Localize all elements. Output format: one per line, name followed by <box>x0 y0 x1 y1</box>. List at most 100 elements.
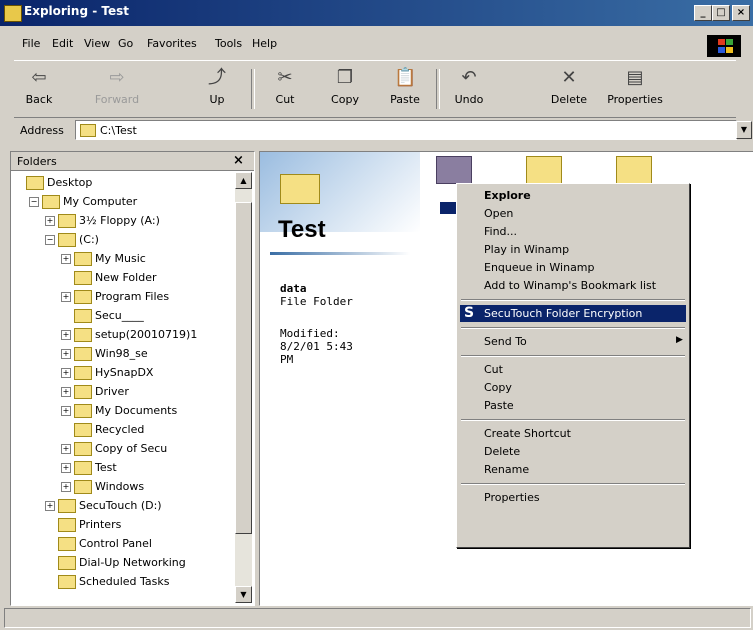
menu-view[interactable]: View <box>84 37 110 50</box>
folder-icon <box>74 347 92 361</box>
cut-button[interactable]: ✂ Cut <box>260 67 310 113</box>
tree-item[interactable]: + Win98_se <box>11 344 233 363</box>
tree-item[interactable]: + My Music <box>11 249 233 268</box>
menu-item-open[interactable]: Open <box>460 205 686 222</box>
menu-item-send-to[interactable]: Send To ▶ <box>460 333 686 350</box>
folder-icon <box>58 556 76 570</box>
undo-button[interactable]: ↶ Undo <box>444 67 494 113</box>
menu-item-label: Create Shortcut <box>484 427 571 440</box>
tree-item[interactable]: Desktop <box>11 173 233 192</box>
expand-plus-icon[interactable]: + <box>61 406 71 416</box>
tree-item[interactable]: Control Panel <box>11 534 233 553</box>
tree-item[interactable]: + My Documents <box>11 401 233 420</box>
menu-separator <box>461 483 685 485</box>
menu-item-properties[interactable]: Properties <box>460 489 686 506</box>
expand-plus-icon[interactable]: + <box>61 330 71 340</box>
menu-item-find[interactable]: Find... <box>460 223 686 240</box>
tree-item[interactable]: Scheduled Tasks <box>11 572 233 591</box>
menu-item-create-shortcut[interactable]: Create Shortcut <box>460 425 686 442</box>
address-dropdown-button[interactable]: ▼ <box>736 121 752 139</box>
explorer-icon <box>4 5 22 22</box>
tree-item[interactable]: + SecuTouch (D:) <box>11 496 233 515</box>
menu-item-add-to-winamp-s-bookmark-list[interactable]: Add to Winamp's Bookmark list <box>460 277 686 294</box>
properties-button[interactable]: ▤ Properties <box>604 67 666 113</box>
tree-item[interactable]: + setup(20010719)1 <box>11 325 233 344</box>
tree-item[interactable]: Recycled <box>11 420 233 439</box>
tree-item[interactable]: New Folder <box>11 268 233 287</box>
menu-item-play-in-winamp[interactable]: Play in Winamp <box>460 241 686 258</box>
large-folder-icon <box>280 174 320 204</box>
up-folder-icon: ⤴ <box>208 67 226 88</box>
menu-tools[interactable]: Tools <box>215 37 242 50</box>
menu-favorites[interactable]: Favorites <box>147 37 197 50</box>
tree-item[interactable]: + Program Files <box>11 287 233 306</box>
expand-plus-icon[interactable]: + <box>61 444 71 454</box>
menu-item-label: Paste <box>484 399 514 412</box>
tree-item[interactable]: − (C:) <box>11 230 233 249</box>
address-input[interactable]: C:\Test <box>75 120 737 140</box>
menu-go[interactable]: Go <box>118 37 133 50</box>
menu-item-explore[interactable]: Explore <box>460 187 686 204</box>
close-button[interactable]: × <box>732 5 750 21</box>
menu-item-delete[interactable]: Delete <box>460 443 686 460</box>
forward-button[interactable]: ⇨ Forward <box>92 67 142 113</box>
title-bar[interactable]: Exploring - Test _ □ × <box>0 0 753 26</box>
collapse-minus-icon[interactable]: − <box>45 235 55 245</box>
expand-plus-icon[interactable]: + <box>61 368 71 378</box>
tree-item[interactable]: + Copy of Secu <box>11 439 233 458</box>
scroll-up-button[interactable]: ▲ <box>235 172 252 189</box>
data-folder-icon[interactable] <box>436 156 472 184</box>
folders-title: Folders <box>17 155 57 168</box>
toolbar: ⇦ Back ⇨ Forward ⤴ Up ✂ Cut ❐ Copy 📋 Pas… <box>14 60 736 118</box>
data-folder-label-selected[interactable] <box>440 202 456 214</box>
menu-item-cut[interactable]: Cut <box>460 361 686 378</box>
expand-plus-icon[interactable]: + <box>61 387 71 397</box>
expand-plus-icon[interactable]: + <box>61 463 71 473</box>
delete-button[interactable]: ✕ Delete <box>544 67 594 113</box>
copy-button[interactable]: ❐ Copy <box>320 67 370 113</box>
menu-item-copy[interactable]: Copy <box>460 379 686 396</box>
up-button[interactable]: ⤴ Up <box>192 67 242 113</box>
tree-item-label: My Music <box>95 252 146 265</box>
folders-close-button[interactable]: × <box>233 153 244 168</box>
selected-item-type: File Folder <box>280 295 353 308</box>
menu-separator <box>461 419 685 421</box>
menu-item-label: Delete <box>484 445 521 458</box>
menu-item-rename[interactable]: Rename <box>460 461 686 478</box>
menu-bar: File Edit View Go Favorites Tools Help <box>0 34 753 54</box>
tree-item[interactable]: + HySnapDX <box>11 363 233 382</box>
menu-item-enqueue-in-winamp[interactable]: Enqueue in Winamp <box>460 259 686 276</box>
modified-date: 8/2/01 5:43 <box>280 340 353 353</box>
collapse-minus-icon[interactable]: − <box>29 197 39 207</box>
menu-help[interactable]: Help <box>252 37 277 50</box>
tree-item[interactable]: +3½ Floppy (A:) <box>11 211 233 230</box>
folder-icon[interactable] <box>526 156 562 184</box>
scroll-down-button[interactable]: ▼ <box>235 586 252 603</box>
tree-item[interactable]: Dial-Up Networking <box>11 553 233 572</box>
tree-item[interactable]: Secu____ <box>11 306 233 325</box>
paste-button[interactable]: 📋 Paste <box>380 67 430 113</box>
tree-item[interactable]: Printers <box>11 515 233 534</box>
menu-item-paste[interactable]: Paste <box>460 397 686 414</box>
scroll-thumb[interactable] <box>235 202 252 534</box>
minimize-button[interactable]: _ <box>694 5 712 21</box>
menu-file[interactable]: File <box>22 37 40 50</box>
selected-item-name: data <box>280 282 307 295</box>
tree-item[interactable]: + Windows <box>11 477 233 496</box>
expand-plus-icon[interactable]: + <box>61 482 71 492</box>
back-button[interactable]: ⇦ Back <box>14 67 64 113</box>
tree-item[interactable]: + Test <box>11 458 233 477</box>
expand-plus-icon[interactable]: + <box>61 292 71 302</box>
menu-edit[interactable]: Edit <box>52 37 73 50</box>
menu-item-secutouch-folder-encryption[interactable]: S SecuTouch Folder Encryption <box>460 305 686 322</box>
expand-plus-icon[interactable]: + <box>61 349 71 359</box>
tree-item[interactable]: − My Computer <box>11 192 233 211</box>
tree-item[interactable]: + Driver <box>11 382 233 401</box>
expand-plus-icon[interactable]: + <box>61 254 71 264</box>
expand-plus-icon[interactable]: + <box>45 501 55 511</box>
maximize-button[interactable]: □ <box>712 5 730 21</box>
expand-plus-icon[interactable]: + <box>45 216 55 226</box>
folders-scrollbar[interactable]: ▲ ▼ <box>235 172 252 603</box>
folder-icon[interactable] <box>616 156 652 184</box>
tree-item-label: New Folder <box>95 271 157 284</box>
